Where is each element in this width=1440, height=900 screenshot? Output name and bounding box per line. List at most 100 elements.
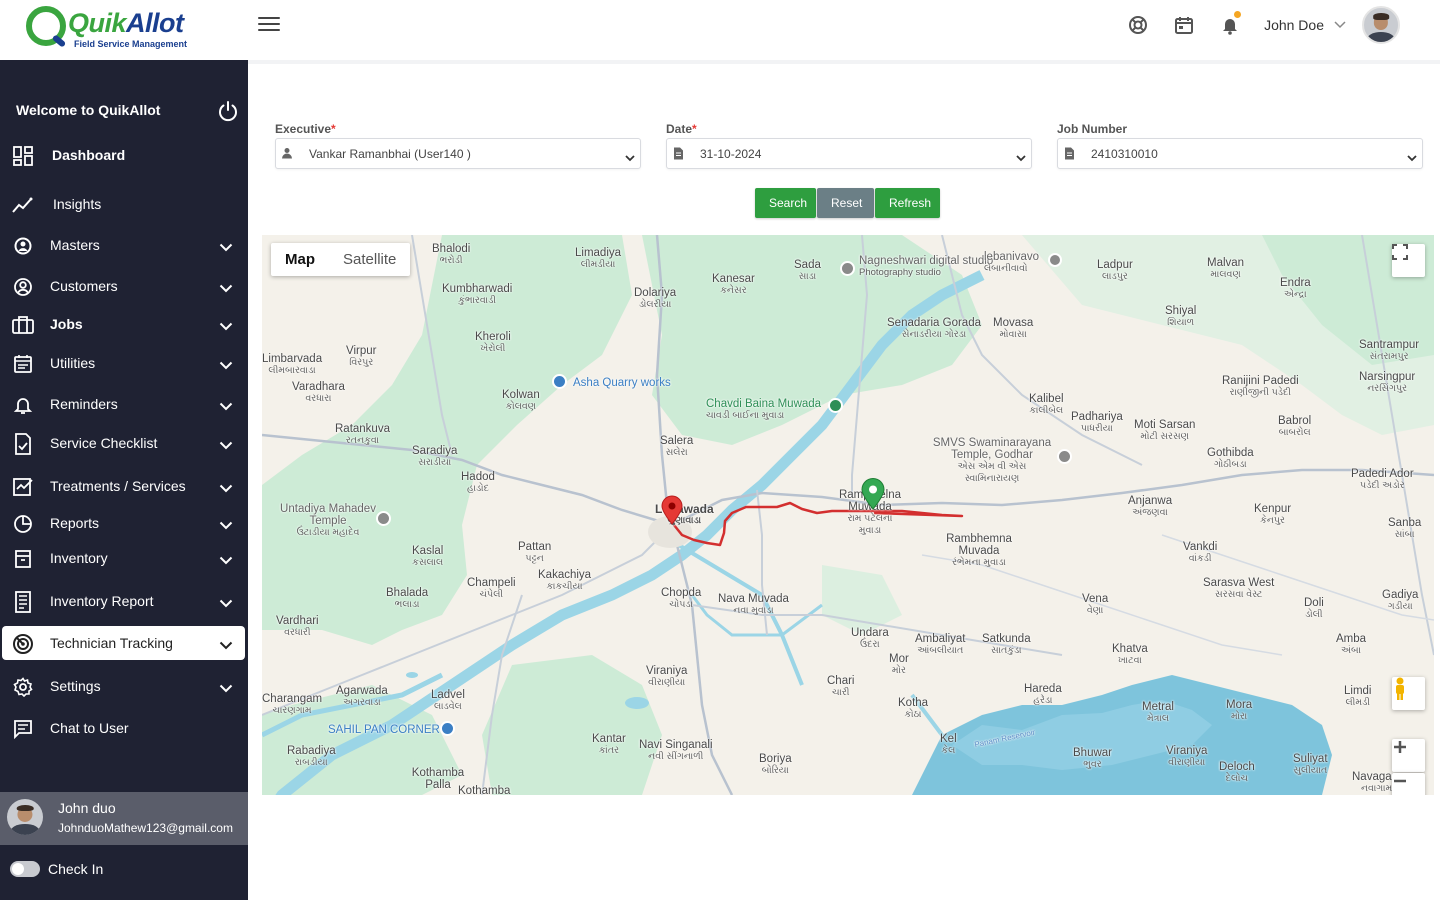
- chevron-down-icon[interactable]: [1334, 18, 1346, 32]
- chevron-down-icon: [219, 398, 233, 416]
- map-label-khatva: Khatva ખાટવા: [1112, 643, 1148, 666]
- zoom-in-icon[interactable]: [1392, 739, 1425, 772]
- sidebar-item-label: Jobs: [50, 316, 83, 332]
- logo-wordmark: QuikAllot: [68, 8, 184, 38]
- date-select[interactable]: 31-10-2024: [666, 138, 1032, 169]
- map-label-kakachiya: Kakachiya કાકચીયા: [538, 569, 592, 592]
- map-poi-chavdi-baina-muwada[interactable]: Chavdi Baina Muwada ચાવડી બાઈના મુવાડા: [706, 398, 821, 422]
- sidebar-item-utilities[interactable]: Utilities: [0, 346, 248, 380]
- treatments-icon: [12, 476, 34, 498]
- bell-icon: [12, 394, 34, 416]
- map-label-narsingpur: Narsingpur નરસિંગપુર: [1359, 371, 1416, 394]
- menu-toggle-icon[interactable]: [258, 14, 280, 32]
- sidebar-item-inventory[interactable]: Inventory: [0, 541, 248, 575]
- shopping-pin-icon[interactable]: [552, 374, 567, 389]
- sidebar-item-jobs[interactable]: Jobs: [0, 307, 248, 341]
- sidebar-item-label: Service Checklist: [50, 435, 158, 451]
- map-label-hadod: Hadod હાડોદ: [461, 471, 495, 494]
- check-in-toggle[interactable]: Check In: [10, 861, 103, 877]
- map-label-malvan: Malvan માલવણ: [1207, 257, 1245, 280]
- date-field: Date* 31-10-2024: [666, 122, 1032, 169]
- map-label-kenpur: Kenpur કેનપુર: [1254, 503, 1292, 526]
- map-label-ambaliyat: Ambaliyat આંબલીયાત: [915, 633, 966, 656]
- chevron-down-icon: [1016, 149, 1026, 167]
- sidebar-item-technician-tracking[interactable]: Technician Tracking: [2, 626, 245, 660]
- map-label-kalibel: Kalibel કાલીબેલ: [1029, 393, 1064, 416]
- map-label-ladvel: Ladvel લાડવેલ: [431, 689, 465, 712]
- sidebar-item-settings[interactable]: Settings: [0, 669, 248, 703]
- map-poi-nagneshwari-studio[interactable]: Nagneshwari digital studio Photography st…: [859, 255, 993, 279]
- place-pin-icon[interactable]: [1048, 253, 1062, 267]
- map-poi-asha-quarry-works[interactable]: Asha Quarry works: [573, 377, 671, 389]
- sidebar-item-insights[interactable]: Insights: [0, 187, 248, 221]
- sidebar-item-masters[interactable]: Masters: [0, 228, 248, 262]
- support-icon[interactable]: [1126, 13, 1150, 37]
- sidebar-item-chat-to-user[interactable]: Chat to User: [0, 711, 248, 745]
- sidebar-item-service-checklist[interactable]: Service Checklist: [0, 426, 248, 460]
- fullscreen-icon[interactable]: [1392, 244, 1425, 277]
- map-label-vena: Vena વેણા: [1082, 593, 1109, 616]
- sidebar-item-label: Chat to User: [50, 720, 129, 736]
- park-pin-icon[interactable]: [828, 398, 843, 413]
- notification-bell-icon[interactable]: [1218, 11, 1242, 37]
- job-number-label: Job Number: [1057, 122, 1128, 136]
- chevron-down-icon: [219, 637, 233, 655]
- studio-pin-icon[interactable]: [840, 261, 855, 276]
- map-label-pattan: Pattan પટ્ટન: [518, 541, 552, 564]
- sidebar-item-customers[interactable]: Customers: [0, 269, 248, 303]
- sidebar-item-label: Insights: [53, 196, 102, 212]
- map-label-sarasva-west: Sarasva West સરસવા વેસ્ટ: [1203, 577, 1275, 600]
- utilities-icon: [12, 353, 34, 375]
- street-view-pegman-icon[interactable]: [1392, 677, 1425, 710]
- map-label-metral: Metral મેત્રાલ: [1142, 701, 1174, 724]
- zoom-out-icon[interactable]: [1392, 773, 1425, 795]
- map-poi-sahil-pan-corner[interactable]: SAHIL PAN CORNER: [328, 724, 440, 736]
- sidebar-item-inventory-report[interactable]: Inventory Report: [0, 584, 248, 618]
- executive-select[interactable]: Vankar Ramanbhai (User140 ): [275, 138, 641, 169]
- search-button[interactable]: Search: [755, 188, 816, 218]
- map-label-dolariya: Dolariya ડોલરીયા: [634, 287, 677, 310]
- chevron-down-icon: [219, 552, 233, 570]
- reports-icon: [12, 513, 34, 535]
- map-label-padedi-ador: Padedi Ador પડેદી અડોર: [1351, 468, 1414, 491]
- map-label-ladpur: Ladpur લાડપુર: [1097, 259, 1133, 282]
- sidebar: Welcome to QuikAllot Dashboard Insights …: [0, 60, 248, 900]
- sidebar-user-card[interactable]: John duo JohnduoMathew123@gmail.com: [0, 792, 248, 845]
- map-label-vardhari: Vardhari વરધારી: [276, 615, 319, 638]
- chevron-down-icon: [219, 318, 233, 336]
- map-label-moti-sarsan: Moti Sarsan મોટી સરસણ: [1134, 419, 1196, 442]
- map-label-gadiya: Gadiya ગડીયા: [1382, 589, 1419, 612]
- header-avatar[interactable]: [1362, 6, 1400, 44]
- sidebar-item-label: Reports: [50, 515, 100, 531]
- map-type-map-button[interactable]: Map: [271, 243, 329, 276]
- toggle-switch[interactable]: [10, 861, 40, 877]
- refresh-button[interactable]: Refresh: [875, 188, 940, 218]
- temple-pin-icon[interactable]: [1057, 449, 1072, 464]
- map-poi-untadiya-mahadev-temple[interactable]: Untadiya Mahadev Temple ઉંટાડીયા મહાદેવ: [280, 503, 376, 539]
- temple-pin-icon[interactable]: [376, 511, 391, 526]
- map-poi-lebanivavo[interactable]: lebanivavo લેબાનીવાવો: [984, 251, 1039, 275]
- reset-button[interactable]: Reset: [817, 188, 874, 218]
- map-label-rambhemna-muvada: Rambhemna Muvada રંભેમના મુવાડા: [946, 533, 1012, 568]
- calendar-icon[interactable]: [1172, 13, 1196, 37]
- executive-value: Vankar Ramanbhai (User140 ): [309, 147, 471, 161]
- jobs-icon: [12, 314, 34, 336]
- shopping-pin-icon[interactable]: [440, 721, 455, 736]
- sidebar-item-dashboard[interactable]: Dashboard: [0, 138, 248, 172]
- sidebar-item-label: Inventory: [50, 550, 108, 566]
- sidebar-item-treatments-services[interactable]: Treatments / Services: [0, 469, 248, 503]
- logout-power-icon[interactable]: [217, 100, 239, 127]
- job-number-select[interactable]: 2410310010: [1057, 138, 1423, 169]
- header-actions: John Doe: [1126, 0, 1440, 50]
- header-user-name[interactable]: John Doe: [1264, 17, 1324, 33]
- quikallot-logo[interactable]: QuikAllot Field Service Management: [26, 6, 187, 50]
- map-type-satellite-button[interactable]: Satellite: [329, 243, 410, 276]
- map-label-bhalodi: Bhalodi ભરોડી: [432, 243, 471, 266]
- chevron-down-icon: [219, 517, 233, 535]
- sidebar-item-reminders[interactable]: Reminders: [0, 387, 248, 421]
- check-in-label: Check In: [48, 861, 104, 877]
- tracking-map[interactable]: Bhalodi ભરોડી Limadiya લીમડીયા Kanesar કનેસ…: [262, 235, 1434, 795]
- sidebar-item-reports[interactable]: Reports: [0, 506, 248, 540]
- map-poi-smvs-temple[interactable]: SMVS Swaminarayana Temple, Godhar એસ એમ વ…: [932, 437, 1052, 485]
- user-icon: [280, 146, 294, 160]
